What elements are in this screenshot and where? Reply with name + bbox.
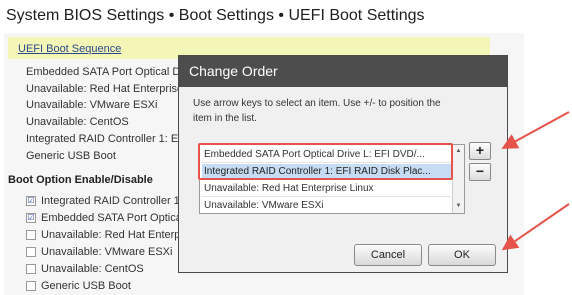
annotation-arrow-plus bbox=[501, 111, 570, 149]
annotation-arrows bbox=[501, 111, 570, 251]
annotation-arrow-ok bbox=[501, 203, 570, 251]
